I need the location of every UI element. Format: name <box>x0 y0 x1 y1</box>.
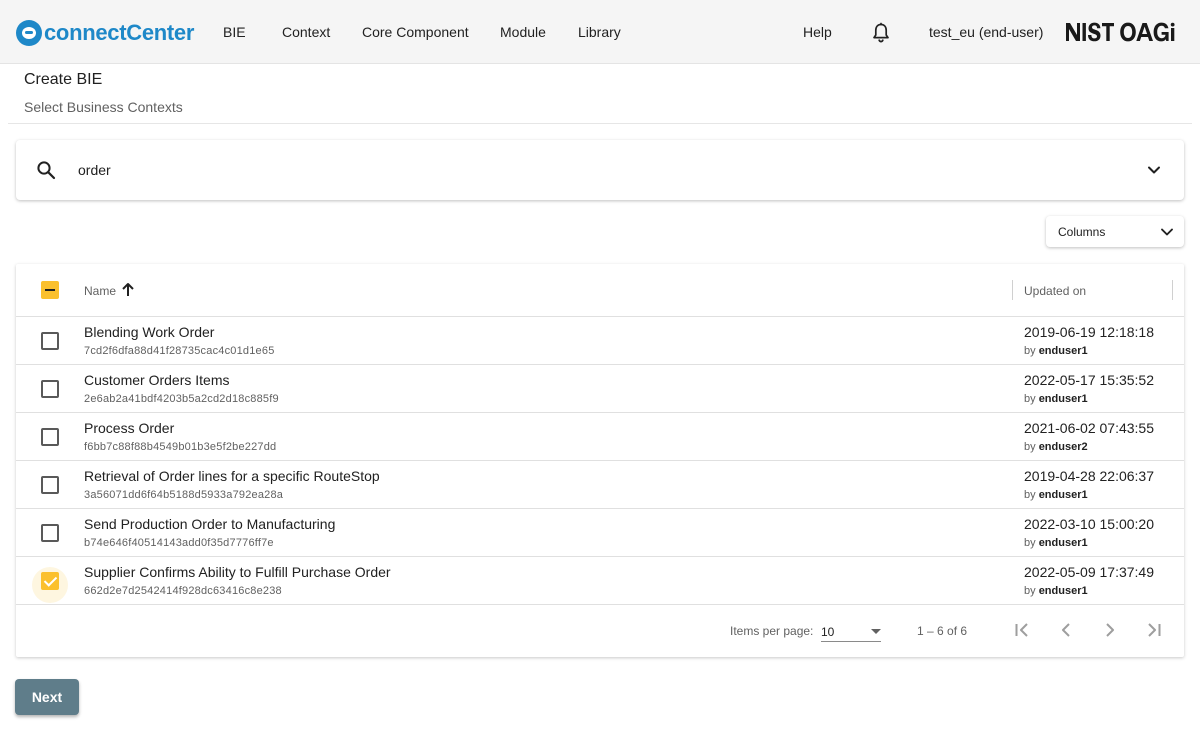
nav-context[interactable]: Context <box>282 22 330 42</box>
column-divider[interactable] <box>1012 280 1013 300</box>
nist-oagi-logo <box>1066 22 1175 42</box>
page-title: Create BIE <box>24 71 103 88</box>
prev-page-icon[interactable] <box>1054 618 1078 642</box>
row-checkbox[interactable] <box>41 380 59 398</box>
table-row[interactable]: Supplier Confirms Ability to Fulfill Pur… <box>16 557 1184 605</box>
items-per-page-value: 10 <box>821 625 835 639</box>
row-guid: 7cd2f6dfa88d41f28735cac4c01d1e65 <box>84 345 275 357</box>
paginator-range-label: 1 – 6 of 6 <box>917 624 968 638</box>
row-name: Blending Work Order <box>84 324 215 340</box>
dropdown-caret-icon <box>871 629 881 634</box>
app-logo[interactable]: connectCenter <box>16 20 194 46</box>
row-guid: 2e6ab2a41bdf4203b5a2cd2d18c885f9 <box>84 393 279 405</box>
row-updated-date: 2022-05-17 15:35:52 <box>1024 372 1154 388</box>
search-panel <box>16 140 1184 200</box>
nav-module[interactable]: Module <box>500 22 546 42</box>
table-header: Name Updated on <box>16 264 1184 317</box>
user-menu[interactable]: test_eu (end-user) <box>929 22 1043 42</box>
row-name: Supplier Confirms Ability to Fulfill Pur… <box>84 564 391 580</box>
table-row[interactable]: Retrieval of Order lines for a specific … <box>16 461 1184 509</box>
chevron-down-icon[interactable] <box>1146 162 1162 178</box>
columns-label: Columns <box>1058 225 1106 239</box>
row-checkbox[interactable] <box>41 524 59 542</box>
header-divider <box>8 123 1192 124</box>
column-header-name[interactable]: Name <box>84 283 116 299</box>
row-guid: 3a56071dd6f64b5188d5933a792ea28a <box>84 489 284 501</box>
row-updated-by: by enduser1 <box>1024 585 1088 597</box>
row-updated-date: 2019-06-19 12:18:18 <box>1024 324 1154 340</box>
row-name: Customer Orders Items <box>84 372 230 388</box>
table-row[interactable]: Send Production Order to Manufacturing b… <box>16 509 1184 557</box>
items-per-page-label: Items per page: <box>730 624 814 638</box>
next-page-icon[interactable] <box>1098 618 1122 642</box>
top-app-bar: connectCenter BIE Context Core Component… <box>0 0 1200 64</box>
search-icon <box>37 161 56 180</box>
help-link[interactable]: Help <box>803 22 832 42</box>
row-updated-date: 2022-03-10 15:00:20 <box>1024 516 1154 532</box>
row-updated-by: by enduser1 <box>1024 345 1088 357</box>
row-checkbox[interactable] <box>41 428 59 446</box>
nav-core-component[interactable]: Core Component <box>362 22 469 42</box>
items-per-page-select[interactable]: 10 <box>821 620 881 642</box>
next-button[interactable]: Next <box>15 679 79 715</box>
table-row[interactable]: Customer Orders Items 2e6ab2a41bdf4203b5… <box>16 365 1184 413</box>
row-name: Send Production Order to Manufacturing <box>84 516 336 532</box>
row-updated-date: 2019-04-28 22:06:37 <box>1024 468 1154 484</box>
row-updated-by: by enduser2 <box>1024 441 1088 453</box>
columns-select[interactable]: Columns <box>1046 216 1184 247</box>
row-updated-date: 2022-05-09 17:37:49 <box>1024 564 1154 580</box>
search-input[interactable] <box>78 159 1118 181</box>
last-page-icon[interactable] <box>1142 618 1166 642</box>
table-row[interactable]: Blending Work Order 7cd2f6dfa88d41f28735… <box>16 317 1184 365</box>
row-checkbox[interactable] <box>41 476 59 494</box>
row-checkbox[interactable] <box>41 332 59 350</box>
first-page-icon[interactable] <box>1010 618 1034 642</box>
row-checkbox[interactable] <box>41 572 59 590</box>
arrow-up-icon[interactable] <box>121 282 135 298</box>
row-updated-by: by enduser1 <box>1024 489 1088 501</box>
nav-library[interactable]: Library <box>578 22 621 42</box>
row-updated-by: by enduser1 <box>1024 537 1088 549</box>
table-row[interactable]: Process Order f6bb7c88f88b4549b01b3e5f2b… <box>16 413 1184 461</box>
row-updated-date: 2021-06-02 07:43:55 <box>1024 420 1154 436</box>
select-all-checkbox[interactable] <box>41 281 59 299</box>
row-guid: f6bb7c88f88b4549b01b3e5f2be227dd <box>84 441 277 453</box>
logo-mark-icon <box>16 20 42 46</box>
business-context-table: Name Updated on Blending Work Order 7cd2… <box>16 264 1184 657</box>
chevron-down-icon <box>1161 228 1173 236</box>
page-subtitle: Select Business Contexts <box>24 99 183 115</box>
row-guid: b74e646f40514143add0f35d7776ff7e <box>84 537 274 549</box>
row-name: Retrieval of Order lines for a specific … <box>84 468 380 484</box>
bell-icon[interactable] <box>871 22 891 44</box>
nav-bie[interactable]: BIE <box>223 22 246 42</box>
row-updated-by: by enduser1 <box>1024 393 1088 405</box>
column-header-updated-on[interactable]: Updated on <box>1024 283 1086 299</box>
row-name: Process Order <box>84 420 175 436</box>
row-guid: 662d2e7d2542414f928dc63416c8e238 <box>84 585 282 597</box>
logo-text: connectCenter <box>44 20 195 45</box>
column-divider[interactable] <box>1172 280 1173 300</box>
